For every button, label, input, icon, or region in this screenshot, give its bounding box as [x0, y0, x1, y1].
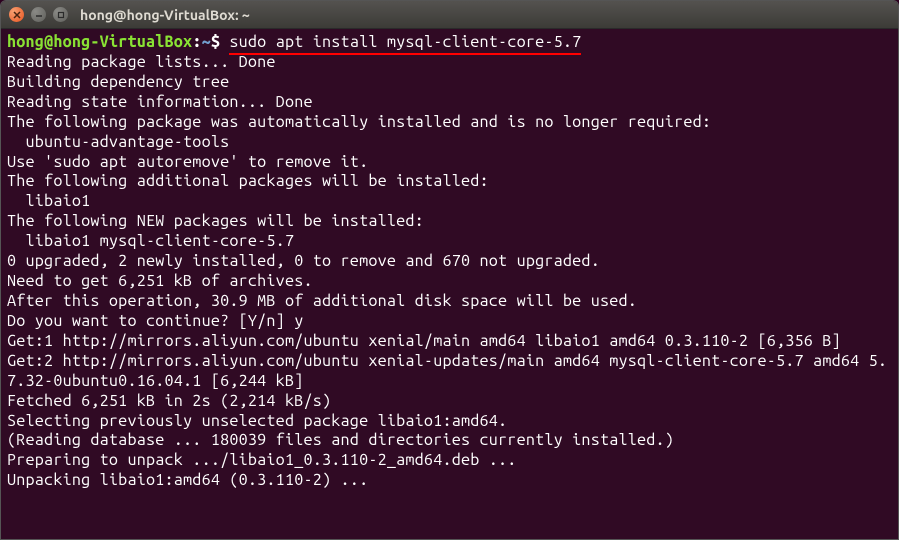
output-line: libaio1 mysql-client-core-5.7: [7, 232, 294, 250]
window-title: hong@hong-VirtualBox: ~: [80, 7, 250, 23]
terminal-body[interactable]: hong@hong-VirtualBox:~$ sudo apt install…: [1, 29, 898, 539]
output-line: Need to get 6,251 kB of archives.: [7, 272, 313, 290]
output-line: libaio1: [7, 192, 90, 210]
prompt-dollar: $: [211, 33, 230, 51]
output-line: Unpacking libaio1:amd64 (0.3.110-2) ...: [7, 471, 368, 489]
output-line: After this operation, 30.9 MB of additio…: [7, 292, 637, 310]
output-line: Selecting previously unselected package …: [7, 412, 507, 430]
output-line: Preparing to unpack .../libaio1_0.3.110-…: [7, 451, 517, 469]
command-highlight: sudo apt install mysql-client-core-5.7: [229, 33, 581, 53]
prompt-path: ~: [202, 33, 211, 51]
output-line: The following package was automatically …: [7, 113, 711, 131]
titlebar[interactable]: hong@hong-VirtualBox: ~: [1, 1, 898, 29]
output-line: Get:1 http://mirrors.aliyun.com/ubuntu x…: [7, 332, 841, 350]
prompt-colon: :: [192, 33, 201, 51]
minimize-button[interactable]: [31, 7, 46, 22]
output-line: Do you want to continue? [Y/n] y: [7, 312, 303, 330]
output-line: Fetched 6,251 kB in 2s (2,214 kB/s): [7, 392, 331, 410]
output-line: The following NEW packages will be insta…: [7, 212, 424, 230]
window-controls: [9, 7, 68, 22]
prompt-at: @: [44, 33, 53, 51]
output-line: ubuntu-advantage-tools: [7, 133, 229, 151]
close-button[interactable]: [9, 7, 24, 22]
output-line: Use 'sudo apt autoremove' to remove it.: [7, 153, 368, 171]
red-underline-annotation: [229, 53, 581, 55]
prompt-user: hong: [7, 33, 44, 51]
output-line: 0 upgraded, 2 newly installed, 0 to remo…: [7, 252, 600, 270]
output-line: Get:2 http://mirrors.aliyun.com/ubuntu x…: [7, 352, 887, 390]
output-line: Reading state information... Done: [7, 93, 313, 111]
maximize-button[interactable]: [53, 7, 68, 22]
prompt-host: hong-VirtualBox: [53, 33, 192, 51]
output-line: Building dependency tree: [7, 73, 294, 91]
output-line: The following additional packages will b…: [7, 172, 489, 190]
output-line: Reading package lists... Done: [7, 53, 276, 71]
command-text: sudo apt install mysql-client-core-5.7: [229, 33, 581, 51]
output-line: (Reading database ... 180039 files and d…: [7, 431, 674, 449]
terminal-window: hong@hong-VirtualBox: ~ hong@hong-Virtua…: [0, 0, 899, 540]
